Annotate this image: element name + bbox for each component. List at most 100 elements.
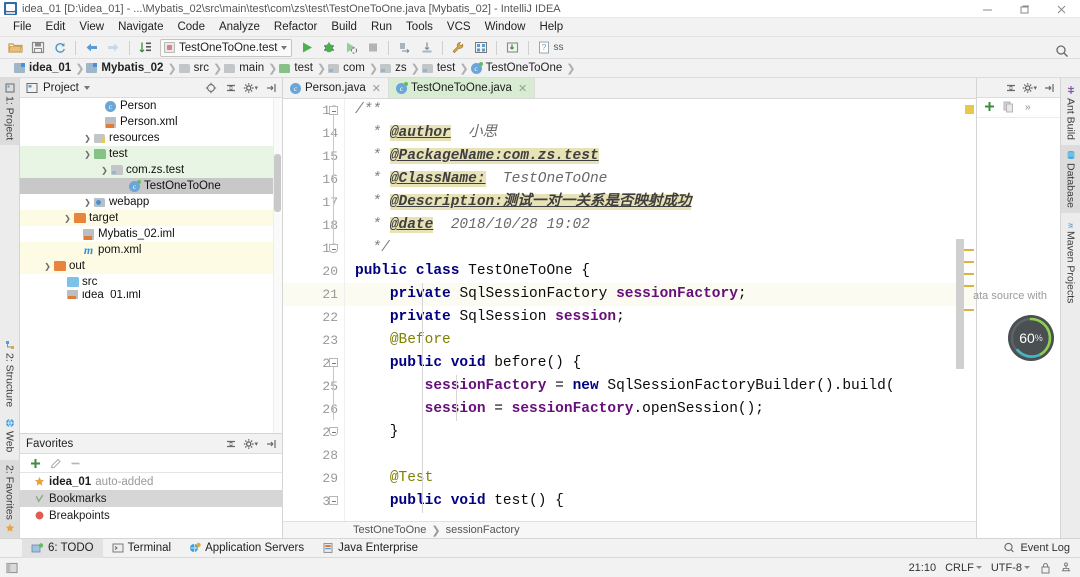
favorites-item-breakpoints[interactable]: Breakpoints [20,507,282,524]
tree-row-test[interactable]: ❯ test [20,146,282,162]
code-line[interactable]: public void test() { [345,490,976,513]
code-line[interactable] [345,444,976,467]
expand-icon[interactable]: » [1025,102,1031,113]
gear-icon[interactable]: ▾ [1022,80,1037,95]
fold-marker-method-before-start[interactable] [329,358,338,367]
line-separator[interactable]: CRLF [945,562,982,574]
code-line[interactable]: private SqlSession session; [345,306,976,329]
debug-icon[interactable] [318,38,339,58]
save-all-icon[interactable] [27,38,48,58]
inspection-icon[interactable] [1060,562,1072,574]
collapse-all-icon[interactable] [223,80,238,95]
favorites-item-idea_01[interactable]: idea_01 auto-added [20,473,282,490]
chevron-down-icon[interactable]: ❯ [99,166,110,175]
collapse-all-icon[interactable] [223,436,238,451]
minimize-icon[interactable] [969,0,1006,18]
close-icon[interactable]: ✕ [372,82,381,95]
editor-tab-person-java[interactable]: c Person.java ✕ [283,78,389,98]
editor-vertical-scrollbar[interactable] [956,239,964,369]
code-line[interactable]: /** [345,99,976,122]
menu-refactor[interactable]: Refactor [267,20,324,34]
help-doc-badge[interactable]: ? ss [534,38,567,58]
close-icon[interactable] [1043,0,1080,18]
chevron-right-icon[interactable]: ❯ [42,262,53,271]
editor-marker[interactable] [964,285,974,287]
project-tree[interactable]: c Person Person.xml ❯ resources ❯ test [20,98,282,433]
chevron-down-icon[interactable] [84,86,90,90]
open-folder-icon[interactable] [5,38,26,58]
editor-tab-testonetoone-java[interactable]: c TestOneToOne.java ✕ [389,78,535,98]
caret-position[interactable]: 21:10 [909,562,937,574]
fold-marker-method-test-start[interactable] [329,496,338,505]
code-line[interactable]: sessionFactory = new SqlSessionFactoryBu… [345,375,976,398]
sidebar-item-project[interactable]: 1: Project [0,78,19,145]
maximize-icon[interactable] [1006,0,1043,18]
menu-code[interactable]: Code [170,20,212,34]
chevron-down-icon[interactable] [976,566,982,569]
breadcrumb-member[interactable]: sessionFactory [446,524,520,536]
menu-navigate[interactable]: Navigate [111,20,170,34]
editor-marker[interactable] [964,273,974,275]
sidebar-item-structure[interactable]: 2: Structure [0,335,19,412]
hide-icon[interactable] [1041,80,1056,95]
code-line[interactable]: public void before() { [345,352,976,375]
scrollbar-thumb[interactable] [274,154,281,212]
chevron-right-icon[interactable]: ❯ [82,134,93,143]
editor-gutter[interactable]: 13 14 15 16 17 18 19 20 21 22 23 [283,99,345,521]
breadcrumb-item-idea_01[interactable]: idea_01 [14,62,74,74]
bottom-tab-java-enterprise[interactable]: Java Enterprise [313,539,427,558]
menu-vcs[interactable]: VCS [440,20,478,34]
menu-view[interactable]: View [72,20,111,34]
chevron-down-icon[interactable]: ❯ [82,150,93,159]
run-icon[interactable] [296,38,317,58]
menu-build[interactable]: Build [324,20,364,34]
tree-row-idea-iml[interactable]: idea_01.iml [20,290,282,299]
editor-marker[interactable] [964,249,974,251]
tree-row-person-xml[interactable]: Person.xml [20,114,282,130]
breadcrumb-item-zs[interactable]: zs [380,62,410,74]
code-line[interactable]: * @ClassName: TestOneToOne [345,168,976,191]
menu-file[interactable]: File [6,20,39,34]
update-project-icon[interactable] [502,38,523,58]
breadcrumb-item-main[interactable]: main [224,62,267,74]
back-arrow-icon[interactable] [81,38,102,58]
tree-row-target[interactable]: ❯ target [20,210,282,226]
remove-icon[interactable] [68,456,82,470]
tree-row-out[interactable]: ❯ out [20,258,282,274]
step-into-icon[interactable] [416,38,437,58]
tree-row-resources[interactable]: ❯ resources [20,130,282,146]
fold-marker-method-before-end[interactable] [329,427,338,436]
settings-wrench-icon[interactable] [448,38,469,58]
sort-toggle-icon[interactable] [135,38,156,58]
favorites-list[interactable]: idea_01 auto-added Bookmarks Breakpoints [20,473,282,538]
chevron-down-icon[interactable] [281,46,287,50]
menu-help[interactable]: Help [532,20,570,34]
favorites-item-bookmarks[interactable]: Bookmarks [20,490,282,507]
run-configuration-selector[interactable]: TestOneToOne.test [160,39,292,57]
tree-row-webapp[interactable]: ❯ webapp [20,194,282,210]
forward-arrow-icon[interactable] [103,38,124,58]
code-text-area[interactable]: /** * @author 小思 * @PackageName:com.zs.t… [345,99,976,521]
code-line-current[interactable]: private SqlSessionFactory sessionFactory… [345,283,976,306]
breadcrumb-class[interactable]: TestOneToOne [353,524,426,536]
code-line[interactable]: * @PackageName:com.zs.test [345,145,976,168]
sidebar-item-database[interactable]: Database [1061,145,1080,213]
show-toolwindows-icon[interactable] [6,562,18,574]
code-line[interactable]: * @author 小思 [345,122,976,145]
breadcrumb-item-testonetoone[interactable]: c TestOneToOne [471,62,566,74]
add-icon[interactable] [28,456,42,470]
fold-marker-javadoc-start[interactable] [329,106,338,115]
project-tree-scrollbar[interactable] [273,98,282,433]
lock-icon[interactable] [1039,562,1051,574]
event-log-label[interactable]: Event Log [1020,542,1070,554]
breadcrumb-item-com[interactable]: com [328,62,368,74]
sidebar-item-web[interactable]: Web [0,413,19,457]
chevron-right-icon[interactable]: ❯ [82,198,93,207]
sidebar-item-ant-build[interactable]: Ant Build [1061,80,1080,145]
bottom-tab-todo[interactable]: 6: TODO [22,539,103,558]
tree-row-person[interactable]: c Person [20,98,282,114]
menu-edit[interactable]: Edit [39,20,73,34]
hide-icon[interactable] [263,436,278,451]
menu-window[interactable]: Window [478,20,533,34]
tree-row-mybatis-iml[interactable]: Mybatis_02.iml [20,226,282,242]
